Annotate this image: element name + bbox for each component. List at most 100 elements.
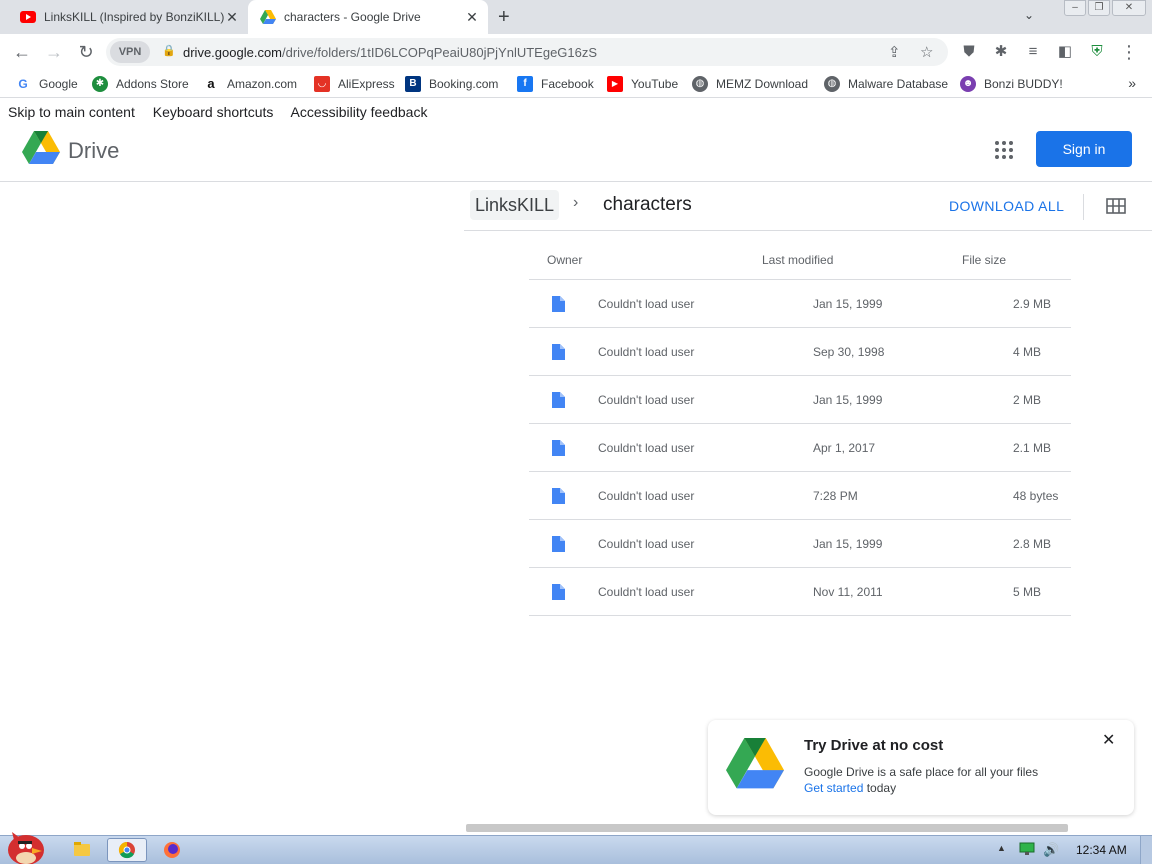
google-drive-logo [726,738,784,789]
show-hidden-icons-icon[interactable]: ▲ [997,843,1006,853]
size-cell: 48 bytes [1013,489,1059,503]
document-file-icon [552,296,565,312]
booking-icon: B [405,76,421,92]
drive-title[interactable]: Drive [68,138,119,164]
size-cell: 2 MB [1013,393,1042,407]
chrome-taskbar-icon[interactable] [107,838,147,862]
bookmark-amazon[interactable]: a Amazon.com [203,76,297,92]
owner-cell: Couldn't load user [598,489,695,503]
column-owner[interactable]: Owner [547,253,582,267]
column-file-size[interactable]: File size [962,253,1006,267]
network-icon[interactable] [1019,842,1035,856]
bookmark-addons-store[interactable]: ✱ Addons Store [92,76,189,92]
close-tab-icon[interactable]: ✕ [224,9,240,26]
back-icon[interactable]: ← [11,42,33,62]
bookmark-memz-download[interactable]: ◍ MEMZ Download [692,76,808,92]
file-explorer-icon[interactable] [62,838,102,862]
grid-view-icon[interactable] [1106,198,1126,214]
vpn-badge[interactable]: VPN [110,41,150,63]
bookmark-bonzi-buddy[interactable]: ☻ Bonzi BUDDY! [960,76,1063,92]
current-folder-title: characters [603,194,692,215]
tab-title: LinksKILL (Inspired by BonziKILL) [44,10,224,24]
google-icon: G [18,77,28,91]
volume-icon[interactable]: 🔊 [1043,842,1059,858]
modified-cell: Jan 15, 1999 [813,393,883,407]
share-icon[interactable]: ⇪ [888,43,901,61]
table-row[interactable]: Couldn't load user Apr 1, 2017 2.1 MB [529,424,1071,472]
keyboard-shortcuts-link[interactable]: Keyboard shortcuts [153,104,274,120]
taskbar-clock[interactable]: 12:34 AM [1076,843,1127,857]
taskbar: ▲ 🔊 12:34 AM [0,832,1152,864]
reload-icon[interactable]: ↻ [75,42,97,62]
bookmark-google[interactable]: G Google [15,76,77,92]
document-file-icon [552,536,565,552]
tab-characters[interactable]: characters - Google Drive ✕ [248,0,488,34]
google-drive-logo[interactable] [22,131,60,165]
chevron-right-icon: › [573,194,579,211]
bookmark-facebook[interactable]: f Facebook [517,76,594,92]
bookmark-booking[interactable]: B Booking.com [405,76,498,92]
owner-cell: Couldn't load user [598,585,695,599]
side-panel-icon[interactable]: ◧ [1054,42,1076,62]
address-bar[interactable]: VPN 🔒 drive.google.com/drive/folders/1tI… [106,38,948,66]
reading-list-icon[interactable]: ≡ [1022,42,1044,62]
try-drive-promo: Try Drive at no cost Google Drive is a s… [708,720,1134,815]
get-started-link[interactable]: Get started [804,781,863,795]
document-file-icon [552,488,565,504]
youtube-icon: ▶ [607,76,623,92]
globe-icon: ◍ [692,76,708,92]
promo-text: Google Drive is a safe place for all you… [804,765,1039,779]
owner-cell: Couldn't load user [598,537,695,551]
chevron-down-icon[interactable]: ⌄ [1024,8,1034,22]
restore-icon[interactable]: ❐ [1088,0,1110,16]
table-row[interactable]: Couldn't load user Sep 30, 1998 4 MB [529,328,1071,376]
firefox-taskbar-icon[interactable] [152,838,192,862]
facebook-icon: f [517,76,533,92]
tab-linkskill[interactable]: LinksKILL (Inspired by BonziKILL) ✕ [8,0,248,34]
download-all-button[interactable]: DOWNLOAD ALL [949,198,1064,214]
size-cell: 2.9 MB [1013,297,1052,311]
table-header: Owner Last modified File size [529,244,1071,280]
table-row[interactable]: Couldn't load user 7:28 PM 48 bytes [529,472,1071,520]
breadcrumb-parent-folder[interactable]: LinksKILL [470,190,560,220]
menu-icon[interactable]: ⋮ [1118,42,1140,62]
close-tab-icon[interactable]: ✕ [464,9,480,26]
accessibility-feedback-link[interactable]: Accessibility feedback [291,104,428,120]
bonzi-icon: ☻ [960,76,976,92]
document-file-icon [552,392,565,408]
table-row[interactable]: Couldn't load user Jan 15, 1999 2.9 MB [529,280,1071,328]
lock-icon[interactable]: 🔒 [162,44,176,57]
minimize-icon[interactable]: – [1064,0,1086,16]
horizontal-scrollbar[interactable] [466,824,1068,832]
google-apps-icon[interactable] [994,140,1014,160]
shield-icon[interactable]: ⛨ [1086,42,1108,62]
promo-suffix: today [863,781,897,795]
bookmark-youtube[interactable]: ▶ YouTube [607,76,678,92]
document-file-icon [552,344,565,360]
table-row[interactable]: Couldn't load user Jan 15, 1999 2.8 MB [529,520,1071,568]
table-row[interactable]: Couldn't load user Nov 11, 2011 5 MB [529,568,1071,616]
new-tab-icon[interactable]: + [498,6,510,29]
sign-in-button[interactable]: Sign in [1036,131,1132,167]
more-bookmarks-icon[interactable]: » [1128,75,1136,91]
window-controls: – ❐ ✕ [1062,0,1146,16]
star-icon[interactable]: ☆ [920,43,933,61]
bookmark-malware-database[interactable]: ◍ Malware Database [824,76,948,92]
forward-icon[interactable]: → [43,42,65,62]
adblock-icon[interactable]: ⛊ [958,42,980,62]
bookmark-aliexpress[interactable]: ◡ AliExpress [314,76,395,92]
breadcrumb: LinksKILL › characters DOWNLOAD ALL [464,182,1152,231]
drive-header: Drive Sign in [0,122,1152,182]
start-button-angry-bird-icon[interactable] [2,828,48,864]
column-last-modified[interactable]: Last modified [762,253,833,267]
close-window-icon[interactable]: ✕ [1112,0,1146,16]
url-text[interactable]: drive.google.com/drive/folders/1tID6LCOP… [183,45,597,60]
size-cell: 5 MB [1013,585,1042,599]
amazon-icon: a [207,76,215,91]
skip-to-main-link[interactable]: Skip to main content [8,104,135,120]
show-desktop-button[interactable] [1140,836,1152,864]
close-icon[interactable]: ✕ [1102,730,1115,750]
extensions-icon[interactable]: ✱ [990,42,1012,62]
table-row[interactable]: Couldn't load user Jan 15, 1999 2 MB [529,376,1071,424]
size-cell: 2.8 MB [1013,537,1052,551]
